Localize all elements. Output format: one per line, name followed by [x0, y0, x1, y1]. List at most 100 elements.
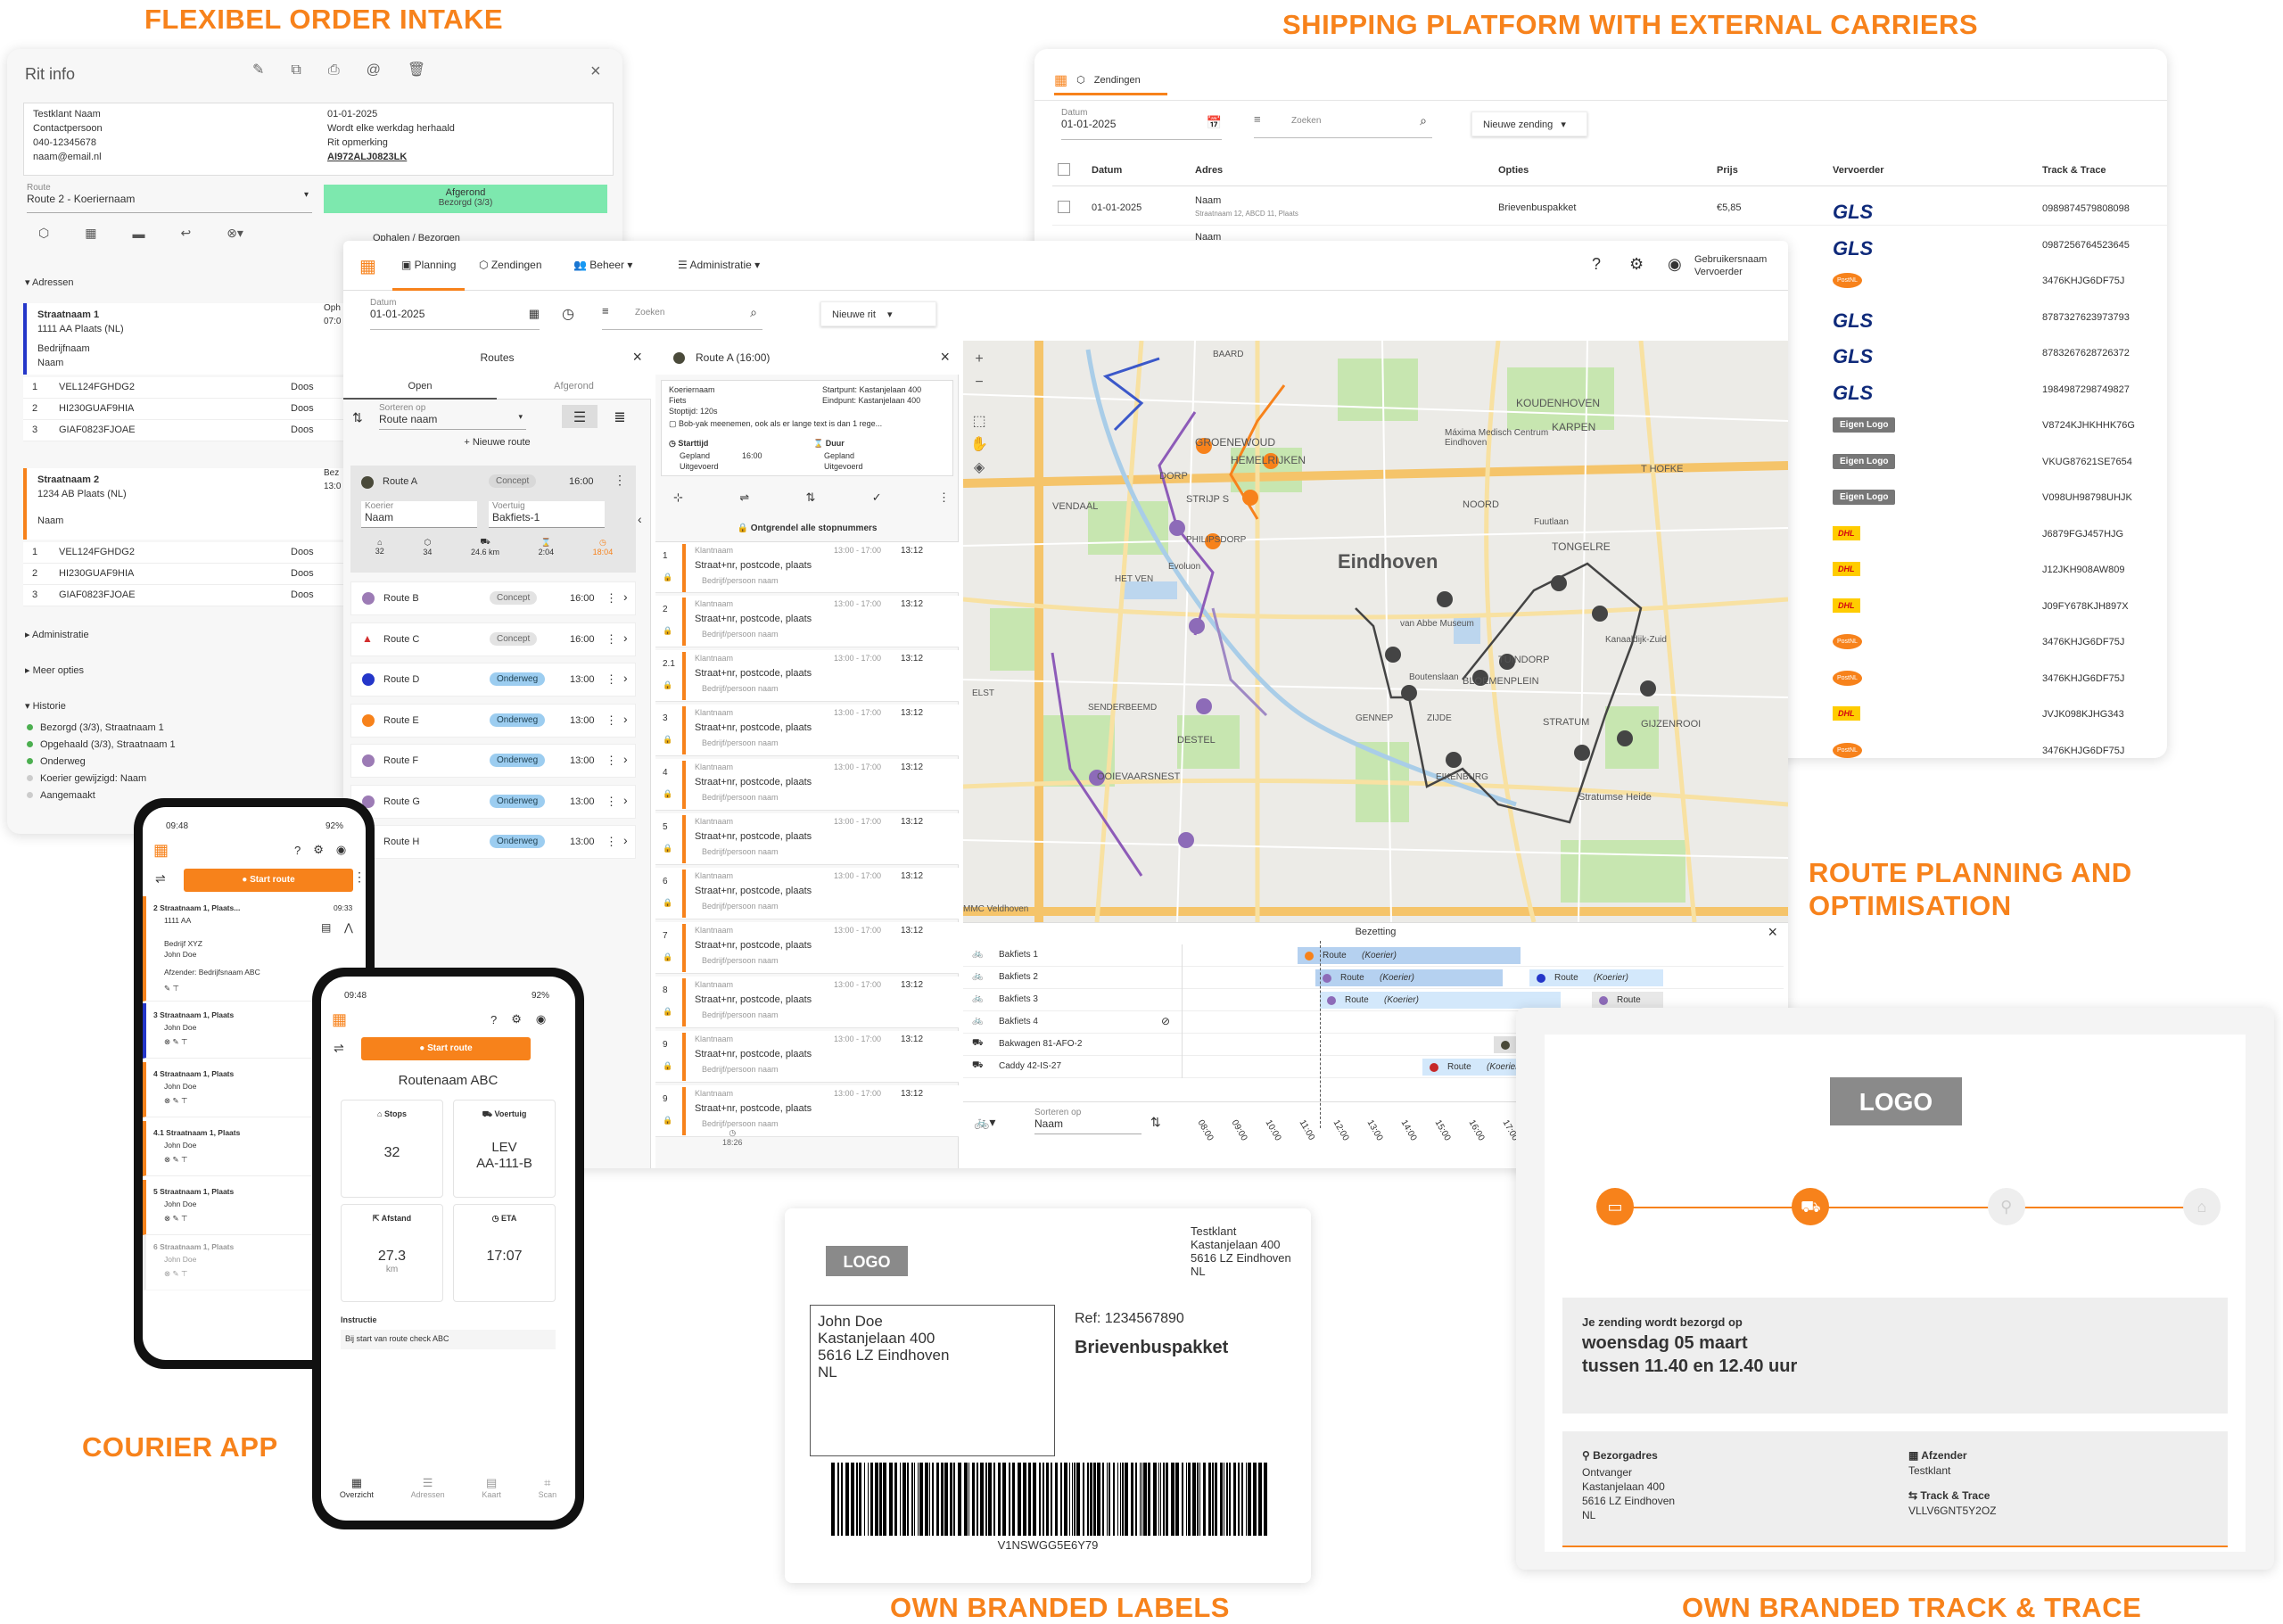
more-icon[interactable]: ⋮	[606, 754, 617, 768]
address-card-1[interactable]: Straatnaam 1 1111 AA Plaats (NL) Bedrijf…	[23, 303, 362, 375]
app-grid-icon[interactable]: ▦	[359, 255, 376, 277]
chevron-right-icon[interactable]: ›	[623, 631, 628, 645]
lock-icon[interactable]: 🔒	[663, 573, 672, 582]
chevron-right-icon[interactable]: ›	[623, 712, 628, 726]
chevron-right-icon[interactable]: ›	[623, 752, 628, 766]
filter-icon[interactable]: ≡	[602, 304, 609, 317]
nav-zendingen[interactable]: ⬡ Zendingen	[479, 259, 542, 271]
track-code[interactable]: 3476KHJG6DF75J	[2042, 673, 2124, 684]
swap-icon[interactable]: ⇅	[806, 490, 816, 505]
stop-card[interactable]: 2 🔒 Klantnaam 13:00 - 17:00 13:12 Straat+nr, …	[655, 596, 959, 647]
lock-icon[interactable]: 🔒	[663, 1007, 672, 1017]
track-code[interactable]: 0987256764523645	[2042, 240, 2130, 251]
stop-card[interactable]: 9 🔒 Klantnaam 13:00 - 17:00 13:12 Straat+nr, …	[655, 1085, 959, 1137]
table-row[interactable]: GLS 0987256764523645	[1833, 228, 2167, 264]
calendar-icon[interactable]: ▦	[529, 307, 540, 321]
layers-icon[interactable]: ◈	[968, 457, 990, 480]
route-select[interactable]: Route Route 2 - Koeriernaam ▾	[27, 183, 312, 213]
planning-date-field[interactable]: Datum 01-01-2025 ▦	[370, 298, 540, 330]
more-icon[interactable]: ⋮	[606, 795, 617, 809]
route-card[interactable]: Route H Onderweg 13:00 ⋮ ›	[350, 825, 636, 859]
gear-icon[interactable]: ⚙	[511, 1012, 522, 1026]
date-field[interactable]: Datum 01-01-2025 📅	[1061, 108, 1222, 140]
table-row[interactable]: DHL J09FY678KJH897X	[1833, 589, 2167, 625]
vehicle-select[interactable]: Voertuig Bakfiets-1	[489, 501, 605, 528]
nav-beheer[interactable]: 👥 Beheer ▾	[573, 259, 632, 271]
sort-icon[interactable]: ⇅	[1150, 1115, 1161, 1130]
map-icon[interactable]: ▤	[321, 921, 331, 934]
table-row[interactable]: DHL J6879FGJ457HJG	[1833, 517, 2167, 553]
bottom-nav-item[interactable]: ☰ Adressen	[411, 1476, 445, 1499]
stop-card[interactable]: 9 🔒 Klantnaam 13:00 - 17:00 13:12 Straat+nr, …	[655, 1031, 959, 1083]
tab-open[interactable]: Open	[343, 375, 497, 400]
stop-card[interactable]: 1 🔒 Klantnaam 13:00 - 17:00 13:12 Straat+nr, …	[655, 541, 959, 593]
close-icon[interactable]: ×	[1768, 923, 1777, 942]
route-icon[interactable]: ⇌	[739, 490, 749, 505]
start-route-button[interactable]: ● Start route	[184, 869, 353, 892]
lock-icon[interactable]: 🔒	[663, 735, 672, 745]
close-icon[interactable]: ×	[940, 348, 950, 367]
track-code[interactable]: V8724KJHKHHK76G	[2042, 420, 2135, 431]
route-card[interactable]: Route B Concept 16:00 ⋮ ›	[350, 581, 636, 615]
track-code[interactable]: J12JKH908AW809	[2042, 565, 2125, 575]
track-code[interactable]: VKUG87621SE7654	[2042, 457, 2132, 467]
user-icon[interactable]: ◉	[536, 1012, 546, 1026]
hand-icon[interactable]: ✋	[968, 433, 990, 457]
table-row[interactable]: GLS 1984987298749827	[1833, 373, 2167, 408]
select-icon[interactable]: ⬚	[968, 410, 990, 433]
view-list-icon[interactable]: ≣	[602, 405, 638, 428]
table-row[interactable]: Eigen Logo V8724KJHKHHK76G	[1833, 408, 2167, 444]
track-code[interactable]: 3476KHJG6DF75J	[2042, 276, 2124, 286]
center-icon[interactable]: ⊹	[673, 490, 683, 505]
table-row[interactable]: PostNL 3476KHJG6DF75J	[1833, 734, 2167, 759]
stop-card[interactable]: 7 🔒 Klantnaam 13:00 - 17:00 13:12 Straat+nr, …	[655, 922, 959, 974]
close-icon[interactable]: ×	[632, 348, 642, 367]
gantt-bar[interactable]: Route (Koerier)	[1315, 969, 1503, 986]
view-compact-icon[interactable]: ☰	[562, 405, 598, 428]
bike-icon[interactable]: 🚲▾	[974, 1115, 995, 1130]
stop-card[interactable]: 6 🔒 Klantnaam 13:00 - 17:00 13:12 Straat+nr, …	[655, 868, 959, 919]
route-card[interactable]: Route G Onderweg 13:00 ⋮ ›	[350, 784, 636, 819]
edit-icon[interactable]: ✎	[252, 63, 264, 78]
chevron-right-icon[interactable]: ›	[623, 793, 628, 807]
table-row[interactable]: GLS 0989874579808098	[1833, 192, 2167, 227]
new-ride-button[interactable]: Nieuwe rit ▾	[820, 301, 936, 326]
gantt-bar[interactable]: Route (Koerier)	[1529, 969, 1663, 986]
search-icon[interactable]: ⌕	[750, 305, 757, 320]
zoom-in-icon[interactable]: +	[968, 348, 990, 371]
section-adressen[interactable]: ▾ Adressen	[25, 276, 73, 288]
chevron-right-icon[interactable]: ›	[623, 589, 628, 604]
lock-icon[interactable]: 🔒	[663, 789, 672, 799]
track-code[interactable]: J6879FGJ457HJG	[2042, 529, 2123, 540]
close-icon[interactable]: ×	[590, 62, 601, 82]
row-checkbox[interactable]	[1058, 201, 1070, 213]
nav-administratie[interactable]: ☰ Administratie ▾	[678, 259, 760, 271]
track-code[interactable]: 8787327623973793	[2042, 312, 2130, 323]
app-grid-icon[interactable]: ▦	[1054, 71, 1067, 89]
track-code[interactable]: 1984987298749827	[2042, 384, 2130, 395]
gantt-sort-select[interactable]: Sorteren op Naam	[1034, 1108, 1142, 1134]
table-row[interactable]: PostNL 3476KHJG6DF75J	[1833, 662, 2167, 697]
bottom-nav-item[interactable]: ▦ Overzicht	[340, 1476, 374, 1499]
search-icon[interactable]: ⌕	[1420, 113, 1427, 128]
at-icon[interactable]: @	[367, 63, 381, 78]
user-info[interactable]: Gebruikersnaam Vervoerder	[1694, 253, 1767, 278]
calc-icon[interactable]: ▦	[85, 226, 96, 241]
route-card[interactable]: ▲ Route C Concept 16:00 ⋮ ›	[350, 622, 636, 656]
sort-icon[interactable]: ⇅	[352, 410, 363, 425]
app-grid-icon[interactable]: ▦	[332, 1010, 347, 1029]
track-code[interactable]: 3476KHJG6DF75J	[2042, 637, 2124, 647]
more-icon[interactable]: ⋮	[606, 713, 617, 728]
app-grid-icon[interactable]: ▦	[153, 841, 169, 860]
address-card-2[interactable]: Straatnaam 2 1234 AB Plaats (NL) Naam	[23, 468, 362, 540]
unlock-stops[interactable]: 🔒 Ontgrendel alle stopnummers	[655, 523, 959, 533]
lock-icon[interactable]: 🔒	[663, 1116, 672, 1125]
track-code[interactable]: J09FY678KJH897X	[2042, 601, 2129, 612]
table-row[interactable]: DHL JVJK098KJHG343	[1833, 697, 2167, 733]
new-shipment-button[interactable]: Nieuwe zending ▾	[1471, 111, 1587, 136]
track-code[interactable]: 3476KHJG6DF75J	[2042, 746, 2124, 756]
help-icon[interactable]: ?	[490, 1013, 497, 1026]
user-icon[interactable]: ◉	[1668, 255, 1682, 274]
track-code[interactable]: V098UH98798UHJK	[2042, 492, 2132, 503]
rit-ref[interactable]: AI972ALJ0823LK	[327, 150, 455, 164]
